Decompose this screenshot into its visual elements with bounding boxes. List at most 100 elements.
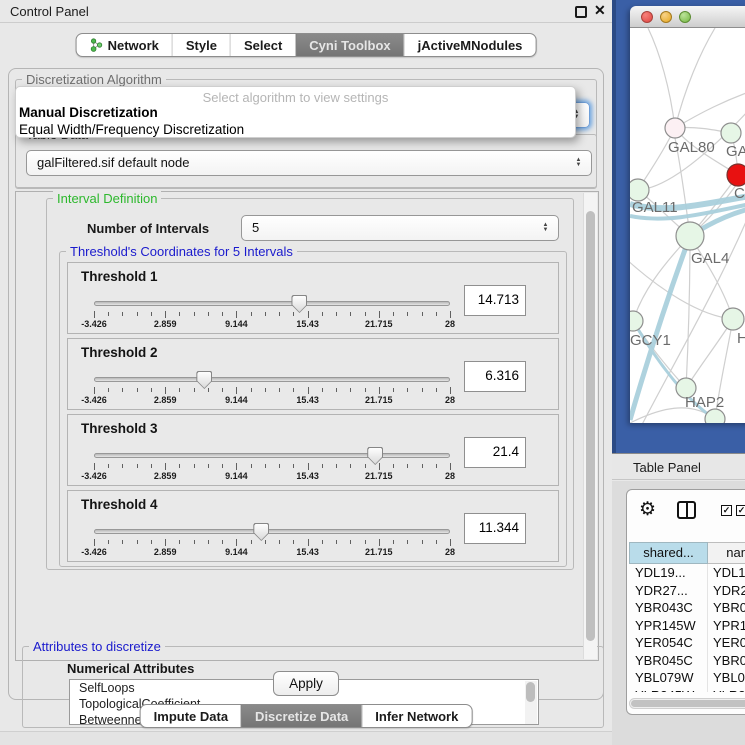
cell-shared-name[interactable]: YBR045C	[629, 652, 708, 670]
table-row[interactable]: YDR27...YDR2	[629, 582, 745, 600]
select-all-columns-icon[interactable]: ✓	[736, 505, 745, 516]
slider-track[interactable]	[94, 377, 450, 382]
tab-discretize-data[interactable]: Discretize Data	[241, 705, 361, 727]
threshold-slider[interactable]	[94, 373, 450, 387]
tab-network[interactable]: Network	[77, 34, 172, 56]
table-row[interactable]: YLR345WYLR3	[629, 687, 745, 693]
threshold-1-card: Threshold 1-3.4262.8599.14415.4321.71528…	[67, 262, 559, 334]
slider-track[interactable]	[94, 529, 450, 534]
column-header-name[interactable]: name	[708, 542, 745, 564]
table-row[interactable]: YPR145WYPR1	[629, 617, 745, 635]
cytoscape-app: Control Panel ✕ Network Style Select Cyn…	[0, 0, 745, 745]
threshold-value-field[interactable]: 21.4	[464, 437, 526, 468]
table-panel: ⚙ ✓ ✓ shared... name YDL19...YDL1YDR27..…	[612, 481, 745, 745]
cell-shared-name[interactable]: YBR043C	[629, 599, 708, 617]
tab-infer-network[interactable]: Infer Network	[361, 705, 471, 727]
dropdown-prompt: Select algorithm to view settings	[16, 90, 575, 105]
cell-name[interactable]: YBL0	[708, 669, 745, 687]
cell-shared-name[interactable]: YER054C	[629, 634, 708, 652]
network-node-ga[interactable]	[721, 123, 741, 143]
node-label: H	[737, 330, 745, 347]
dropdown-option-manual-discretization[interactable]: Manual Discretization	[19, 105, 158, 120]
network-node[interactable]	[705, 409, 725, 423]
threshold-slider[interactable]	[94, 449, 450, 463]
table-data-group: Table Data galFiltered.sif default node …	[15, 134, 597, 188]
table-data-combobox[interactable]: galFiltered.sif default node ▲▼	[26, 150, 592, 176]
cell-name[interactable]: YER0	[708, 634, 745, 652]
tab-impute-data[interactable]: Impute Data	[141, 705, 241, 727]
select-columns-icon[interactable]: ✓	[721, 505, 732, 516]
table-row[interactable]: YBL079WYBL0	[629, 669, 745, 687]
apply-button[interactable]: Apply	[273, 671, 339, 696]
cell-name[interactable]: YBR0	[708, 652, 745, 670]
tab-jactivemnodules[interactable]: jActiveMNodules	[404, 34, 536, 56]
close-icon[interactable]: ✕	[594, 2, 606, 19]
cell-name[interactable]: YDL1	[708, 564, 745, 582]
threshold-slider[interactable]	[94, 297, 450, 311]
numerical-attributes-label: Numerical Attributes	[67, 661, 194, 676]
network-desktop: GAL80GACGAL11GAL4GCY1HHAP2	[612, 0, 745, 453]
cell-shared-name[interactable]: YDL19...	[629, 564, 708, 582]
cell-shared-name[interactable]: YDR27...	[629, 582, 708, 600]
panel-title: Control Panel	[10, 4, 89, 19]
network-node-gal80[interactable]	[665, 118, 685, 138]
scrollbar-thumb[interactable]	[586, 211, 595, 641]
settings-scrollbar[interactable]	[583, 193, 597, 659]
threshold-value-field[interactable]: 14.713	[464, 285, 526, 316]
control-panel-titlebar: Control Panel ✕	[0, 0, 612, 23]
threshold-slider[interactable]	[94, 525, 450, 539]
network-canvas[interactable]: GAL80GACGAL11GAL4GCY1HHAP2	[630, 28, 745, 423]
list-scrollbar[interactable]	[525, 681, 537, 725]
scrollbar-thumb[interactable]	[631, 700, 745, 707]
network-node-gal11[interactable]	[630, 179, 649, 201]
slider-ticks	[94, 539, 450, 547]
node-label: GAL4	[691, 250, 729, 267]
split-view-icon[interactable]	[677, 501, 696, 519]
table-row[interactable]: YER054CYER0	[629, 634, 745, 652]
cell-name[interactable]: YBR0	[708, 599, 745, 617]
minimize-traffic-light[interactable]	[660, 11, 672, 23]
cell-shared-name[interactable]: YLR345W	[629, 687, 708, 693]
slider-ticks	[94, 311, 450, 319]
interval-definition-group: Interval Definition Number of Intervals …	[46, 198, 574, 570]
thresholds-legend: Threshold's Coordinates for 5 Intervals	[66, 244, 297, 259]
number-of-intervals-combobox[interactable]: 5 ▲▼	[241, 215, 559, 241]
dropdown-option-equal-width-frequency[interactable]: Equal Width/Frequency Discretization	[19, 122, 244, 137]
zoom-traffic-light[interactable]	[679, 11, 691, 23]
float-window-icon[interactable]	[575, 6, 587, 18]
cell-name[interactable]: YPR1	[708, 617, 745, 635]
slider-track[interactable]	[94, 301, 450, 306]
tab-style[interactable]: Style	[172, 34, 230, 56]
gear-icon[interactable]: ⚙	[639, 499, 656, 521]
table-row[interactable]: YDL19...YDL1	[629, 564, 745, 582]
slider-tick-labels: -3.4262.8599.14415.4321.71528	[94, 319, 450, 330]
thresholds-group: Threshold's Coordinates for 5 Intervals …	[59, 251, 567, 567]
attributes-legend: Attributes to discretize	[29, 639, 165, 654]
slider-track[interactable]	[94, 453, 450, 458]
table-header-row: shared... name	[629, 542, 745, 564]
cell-shared-name[interactable]: YPR145W	[629, 617, 708, 635]
settings-scroll-panel: Interval Definition Number of Intervals …	[15, 191, 599, 661]
network-node-c[interactable]	[727, 164, 745, 186]
network-node-h[interactable]	[722, 308, 744, 330]
threshold-label: Threshold 2	[81, 345, 158, 360]
discretization-algorithm-legend: Discretization Algorithm	[22, 72, 166, 87]
table-horizontal-scrollbar[interactable]	[629, 698, 745, 709]
tab-cyni-toolbox[interactable]: Cyni Toolbox	[295, 34, 403, 56]
network-graph[interactable]: GAL80GACGAL11GAL4GCY1HHAP2	[630, 28, 745, 423]
network-window-titlebar[interactable]	[630, 6, 745, 28]
cell-name[interactable]: YDR2	[708, 582, 745, 600]
network-node-gcy1[interactable]	[630, 311, 643, 331]
column-header-shared-name[interactable]: shared...	[629, 542, 708, 564]
threshold-value-field[interactable]: 11.344	[464, 513, 526, 544]
close-traffic-light[interactable]	[641, 11, 653, 23]
cell-name[interactable]: YLR3	[708, 687, 745, 693]
table-row[interactable]: YBR043CYBR0	[629, 599, 745, 617]
threshold-value-field[interactable]: 6.316	[464, 361, 526, 392]
table-row[interactable]: YBR045CYBR0	[629, 652, 745, 670]
node-label: C	[734, 185, 745, 202]
network-node-gal4[interactable]	[676, 222, 704, 250]
node-label: GCY1	[630, 332, 671, 349]
tab-select[interactable]: Select	[230, 34, 295, 56]
cell-shared-name[interactable]: YBL079W	[629, 669, 708, 687]
